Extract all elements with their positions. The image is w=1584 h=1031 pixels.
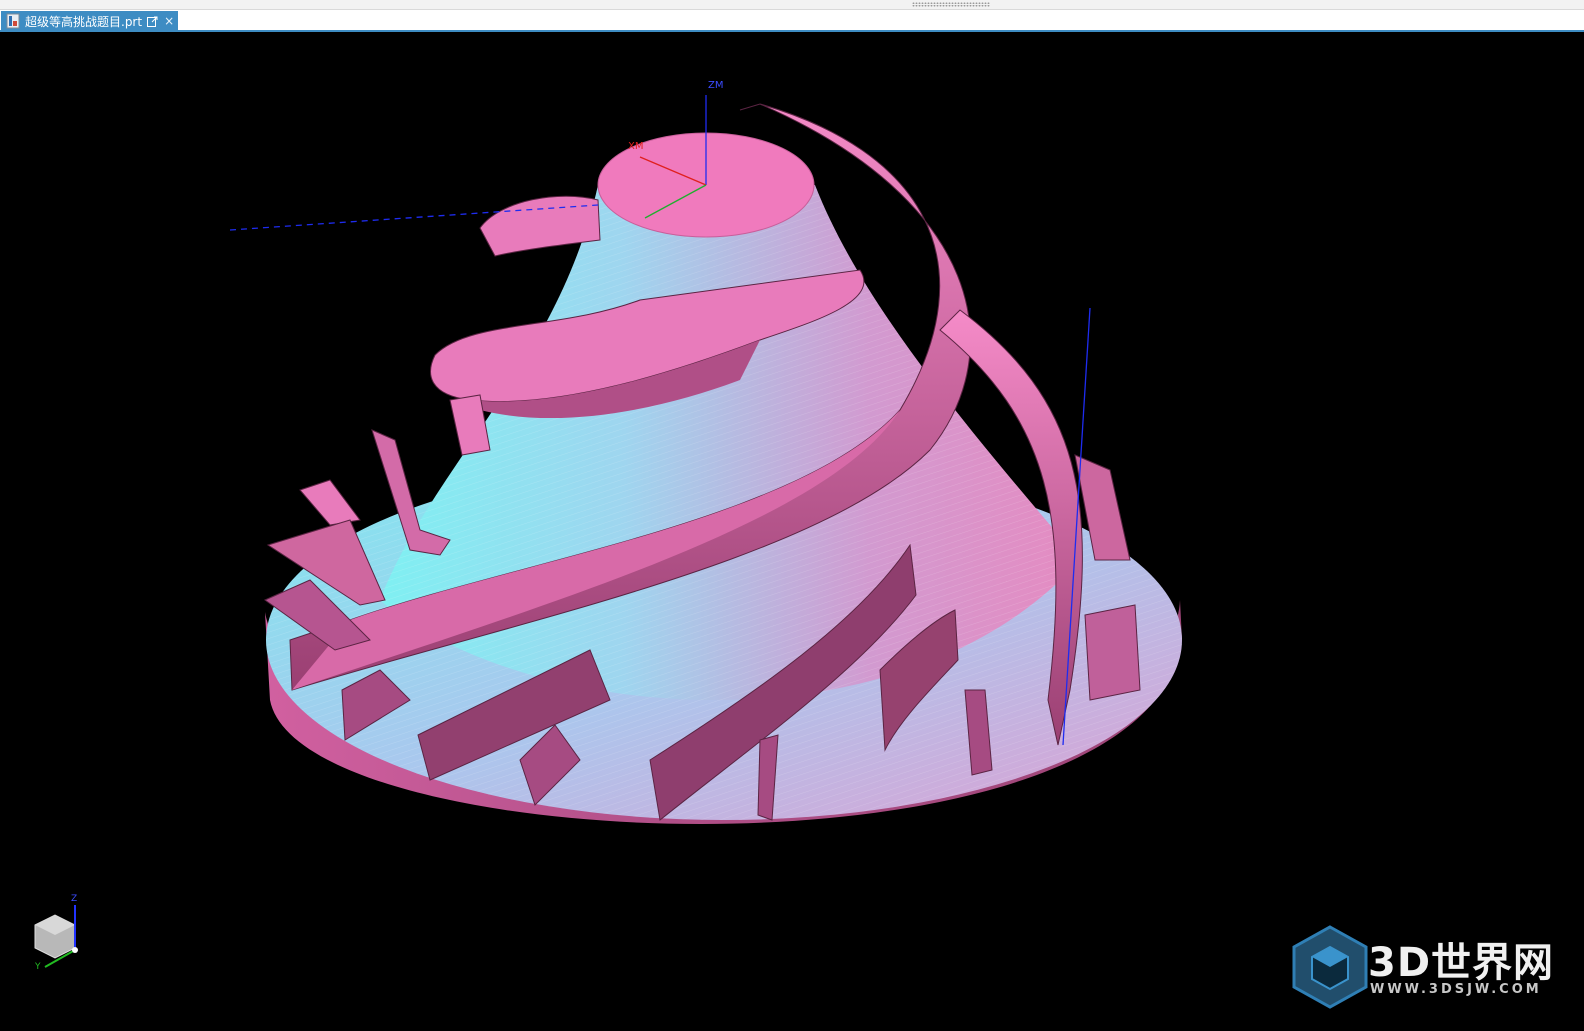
wcs-zm-label: ZM [708,80,724,91]
close-icon[interactable]: × [164,15,174,27]
triad-y-label: Y [35,962,41,972]
document-tab-bar: 超级等高挑战题目.prt × [0,10,1584,32]
watermark: 3D世界网 WWW.3DSJW.COM [1288,926,1578,1006]
nx-main-window: 超级等高挑战题目.prt × ZM XM Z Y 3D世界网 WWW.3DSJW… [0,0,1584,1031]
triad-z-label: Z [71,894,78,904]
watermark-title: 3D世界网 [1368,940,1555,986]
watermark-url: WWW.3DSJW.COM [1370,982,1542,997]
tab-part-file[interactable]: 超级等高挑战题目.prt × [1,11,178,31]
impeller-model [34,95,1368,1009]
view-triad [34,905,78,968]
graphics-viewport[interactable]: ZM XM Z Y 3D世界网 WWW.3DSJW.COM [0,34,1584,1031]
splitter-grip[interactable] [912,2,990,7]
top-splitter[interactable] [0,0,1584,10]
nx-part-icon [6,13,20,29]
popout-icon[interactable] [147,16,158,27]
tab-label: 超级等高挑战题目.prt [25,14,143,29]
wcs-xm-label: XM [628,141,644,152]
